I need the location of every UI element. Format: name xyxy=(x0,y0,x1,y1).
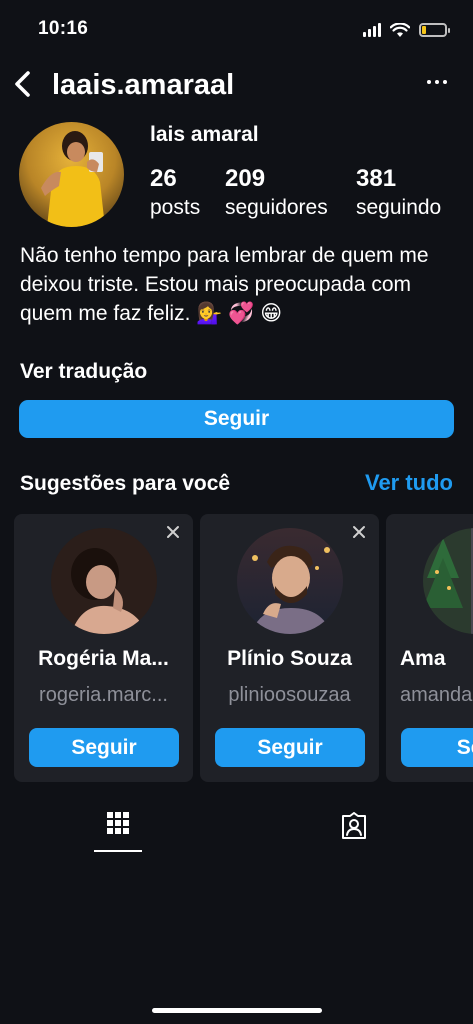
profile-bio: Não tenho tempo para lembrar de quem me … xyxy=(20,244,429,325)
see-translation-link[interactable]: Ver tradução xyxy=(20,360,147,384)
suggestion-name: Ama xyxy=(400,647,446,670)
followers-count[interactable]: 209 seguidores xyxy=(225,164,328,222)
page-title-username: laais.amaraal xyxy=(52,69,235,101)
following-count-label: seguindo xyxy=(356,196,442,219)
suggestion-avatar[interactable] xyxy=(51,528,157,634)
suggestion-follow-button[interactable]: Seguir xyxy=(29,728,179,767)
follow-button[interactable]: Seguir xyxy=(19,400,454,438)
battery-level xyxy=(422,26,427,34)
suggestion-follow-button[interactable]: Seguir xyxy=(215,728,365,767)
tagged-person-icon[interactable] xyxy=(340,812,368,840)
suggestion-follow-button[interactable]: Seg xyxy=(401,728,473,767)
following-count[interactable]: 381 seguindo xyxy=(356,164,441,222)
posts-count-value: 26 xyxy=(150,165,177,192)
profile-display-name: lais amaral xyxy=(150,123,259,146)
grid-icon xyxy=(107,812,129,834)
tab-posts-grid[interactable] xyxy=(94,808,142,852)
more-horizontal-icon[interactable] xyxy=(427,76,449,88)
suggestion-name: Plínio Souza xyxy=(227,647,352,670)
suggestion-username: rogeria.marc... xyxy=(39,684,168,706)
suggestion-username: plinioosouzaa xyxy=(228,684,351,706)
cellular-signal-icon xyxy=(363,23,381,37)
close-icon[interactable] xyxy=(165,524,181,540)
status-icons xyxy=(363,20,450,40)
suggestion-card[interactable]: Plínio Souza plinioosouzaa Seguir xyxy=(200,514,379,782)
following-count-value: 381 xyxy=(356,165,397,192)
see-all-link[interactable]: Ver tudo xyxy=(365,470,453,496)
profile-avatar[interactable] xyxy=(19,122,124,227)
chevron-left-icon[interactable] xyxy=(10,68,36,100)
close-icon[interactable] xyxy=(351,524,367,540)
home-indicator[interactable] xyxy=(152,1008,322,1013)
profile-header: laais.amaraal xyxy=(0,60,473,108)
suggestion-card[interactable]: Ama amanda Seg xyxy=(386,514,473,782)
suggestion-card[interactable]: Rogéria Ma... rogeria.marc... Seguir xyxy=(14,514,193,782)
status-time: 10:16 xyxy=(38,18,89,39)
suggestion-avatar[interactable] xyxy=(423,528,473,634)
status-bar: 10:16 xyxy=(0,0,473,56)
suggestion-avatar[interactable] xyxy=(237,528,343,634)
suggestion-username: amanda xyxy=(400,684,473,706)
posts-count-label: posts xyxy=(150,196,201,219)
suggestions-carousel[interactable]: Rogéria Ma... rogeria.marc... Seguir Plí… xyxy=(14,514,473,782)
suggestion-name: Rogéria Ma... xyxy=(38,647,169,670)
suggestions-heading: Sugestões para você xyxy=(20,472,231,495)
posts-count[interactable]: 26 posts xyxy=(150,164,200,222)
followers-count-value: 209 xyxy=(225,165,266,192)
active-tab-indicator xyxy=(94,850,142,852)
wifi-icon xyxy=(390,22,410,37)
battery-icon xyxy=(419,23,450,37)
followers-count-label: seguidores xyxy=(225,196,328,219)
